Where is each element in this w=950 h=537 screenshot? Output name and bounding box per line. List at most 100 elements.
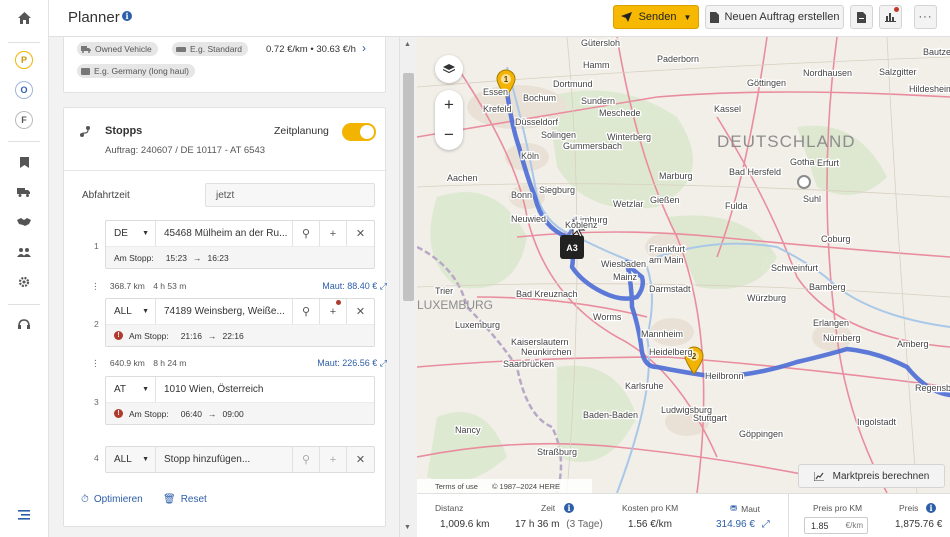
remove-icon[interactable]: ✕ bbox=[347, 447, 374, 472]
add-icon[interactable]: + bbox=[320, 299, 347, 324]
truck-icon[interactable] bbox=[12, 180, 36, 204]
city-label: Dortmund bbox=[553, 79, 593, 89]
scroll-down-icon[interactable]: ▼ bbox=[404, 524, 411, 531]
panel-scrollbar[interactable]: ▲ ▼ bbox=[399, 37, 417, 537]
city-label: Gummersbach bbox=[563, 141, 622, 151]
city-label: Wiesbaden bbox=[601, 259, 646, 269]
caret-down-icon: ▼ bbox=[142, 308, 149, 315]
city-label: Kaiserslautern bbox=[511, 337, 569, 347]
location-pin-icon[interactable]: ⚲ bbox=[293, 447, 320, 472]
stop-address[interactable]: 1010 Wien, Österreich bbox=[156, 377, 374, 402]
left-panel: Owned Vehicle E.g. Standard 0.72 €/km • … bbox=[49, 37, 399, 537]
scroll-thumb[interactable] bbox=[403, 73, 414, 301]
leg-distance: 640.9 km bbox=[109, 358, 145, 368]
maut-value-link[interactable]: 314.96 € ⤢ bbox=[716, 519, 770, 530]
city-label: Koblenz bbox=[565, 220, 598, 230]
location-pin-icon[interactable]: ⚲ bbox=[293, 299, 320, 324]
stop-address[interactable]: 74189 Weinsberg, Weiße... bbox=[156, 299, 293, 324]
remove-icon[interactable]: ✕ bbox=[347, 221, 374, 246]
gear-icon[interactable] bbox=[12, 270, 36, 294]
pdf-export-button[interactable] bbox=[850, 5, 873, 29]
stop-time-label: Am Stopp: bbox=[114, 252, 154, 263]
country-select[interactable]: ALL ▼ bbox=[106, 299, 156, 324]
departure-input[interactable]: jetzt bbox=[205, 183, 375, 207]
add-stop-input[interactable]: Stopp hinzufügen... bbox=[156, 447, 293, 472]
country-select[interactable]: AT ▼ bbox=[106, 377, 156, 402]
location-pin-icon[interactable]: ⚲ bbox=[293, 221, 320, 246]
caret-down-icon: ▼ bbox=[142, 456, 149, 463]
zoom-out-button[interactable]: − bbox=[435, 120, 463, 150]
leg-maut-link[interactable]: Maut: 88.40 € ⤢ bbox=[322, 281, 387, 292]
standard-chip[interactable]: E.g. Standard bbox=[172, 42, 248, 56]
home-icon[interactable] bbox=[12, 6, 36, 30]
city-label: Salzgitter bbox=[879, 67, 917, 77]
distance-value: 1,009.6 km bbox=[440, 519, 490, 530]
users-icon[interactable] bbox=[12, 240, 36, 264]
leg-1: ⋮ 368.7 km 4 h 53 m Maut: 88.40 € ⤢ bbox=[91, 281, 391, 292]
city-label: Heilbronn bbox=[705, 371, 744, 381]
bookmark-icon[interactable] bbox=[12, 150, 36, 174]
reset-button[interactable]: 🗑 Reset bbox=[163, 494, 207, 505]
terms-link[interactable]: Terms of use bbox=[435, 482, 478, 491]
divider bbox=[64, 170, 387, 171]
city-label: Ludwigsburg bbox=[661, 405, 712, 415]
city-label: Gotha bbox=[790, 157, 815, 167]
stop-address[interactable]: 45468 Mülheim an der Ru... bbox=[156, 221, 293, 246]
truck-icon bbox=[81, 45, 91, 53]
vehicle-chip[interactable]: Owned Vehicle bbox=[77, 42, 158, 56]
rail-divider bbox=[8, 42, 40, 43]
market-price-button[interactable]: Marktpreis berechnen bbox=[798, 464, 945, 488]
info-icon[interactable]: i bbox=[926, 503, 936, 513]
more-menu-button[interactable]: ··· bbox=[914, 5, 937, 29]
depart-time: 09:00 bbox=[222, 408, 244, 419]
price-per-km-input[interactable]: 1.85 €/km bbox=[804, 517, 868, 534]
country-select[interactable]: DE ▼ bbox=[106, 221, 156, 246]
optimize-button[interactable]: ⏱ Optimieren bbox=[81, 494, 143, 505]
leg-maut-link[interactable]: Maut: 226.56 € ⤢ bbox=[317, 358, 387, 369]
stop-number: 3 bbox=[94, 397, 99, 407]
stopwatch-icon: ⏱ bbox=[81, 494, 89, 505]
arrive-time: 21:16 bbox=[180, 330, 202, 341]
map-canvas: 1 2 A3 DEUTSCHLAND LUXEMBURG GüterslohHa… bbox=[417, 37, 950, 493]
schedule-toggle[interactable] bbox=[342, 123, 376, 141]
rail-profile-o[interactable]: O bbox=[15, 81, 33, 99]
send-button-label: Senden bbox=[638, 11, 677, 23]
add-icon[interactable]: + bbox=[320, 221, 347, 246]
headset-icon[interactable] bbox=[12, 313, 36, 337]
stop-time-label: Am Stopp: bbox=[129, 330, 169, 341]
trash-icon: 🗑 bbox=[163, 494, 176, 505]
chevron-right-icon[interactable]: › bbox=[362, 41, 366, 55]
app-header: Planner i Senden ▼ Neuen Auftrag erstell… bbox=[49, 0, 950, 37]
country-value: ALL bbox=[114, 454, 132, 465]
layers-button[interactable] bbox=[435, 55, 463, 83]
remove-icon[interactable]: ✕ bbox=[347, 299, 374, 324]
info-icon[interactable]: i bbox=[122, 11, 132, 21]
city-label: Meschede bbox=[599, 108, 641, 118]
city-label: Göppingen bbox=[739, 429, 783, 439]
region-chip[interactable]: E.g. Germany (long haul) bbox=[77, 64, 195, 78]
new-order-button[interactable]: Neuen Auftrag erstellen bbox=[705, 5, 844, 29]
highway-label: A3 bbox=[566, 243, 578, 253]
scroll-up-icon[interactable]: ▲ bbox=[404, 41, 411, 48]
rail-profile-f[interactable]: F bbox=[15, 111, 33, 129]
warning-icon: ! bbox=[114, 409, 123, 418]
leg-maut: Maut: 88.40 € bbox=[322, 281, 378, 291]
expand-icon: ⤢ bbox=[761, 519, 770, 530]
sidebar-toggle-icon[interactable] bbox=[12, 503, 36, 527]
rail-profile-p[interactable]: P bbox=[15, 51, 33, 69]
price-per-km-label: Preis pro KM bbox=[813, 503, 863, 513]
info-icon[interactable]: i bbox=[564, 503, 574, 513]
departure-label: Abfahrtzeit bbox=[82, 190, 130, 201]
cost-per-km-value: 1.56 €/km bbox=[628, 519, 672, 530]
add-icon[interactable]: + bbox=[320, 447, 347, 472]
handshake-icon[interactable] bbox=[12, 210, 36, 234]
city-label: Gütersloh bbox=[581, 38, 620, 48]
send-button[interactable]: Senden ▼ bbox=[613, 5, 699, 29]
zoom-in-button[interactable]: + bbox=[435, 90, 463, 120]
city-label: Coburg bbox=[821, 234, 851, 244]
route-map[interactable]: 1 2 A3 DEUTSCHLAND LUXEMBURG Gütersloh Ha… bbox=[417, 37, 950, 493]
country-select[interactable]: ALL ▼ bbox=[106, 447, 156, 472]
city-label: Siegburg bbox=[539, 185, 575, 195]
chart-button[interactable] bbox=[879, 5, 902, 29]
stop-time-label: Am Stopp: bbox=[129, 408, 169, 419]
